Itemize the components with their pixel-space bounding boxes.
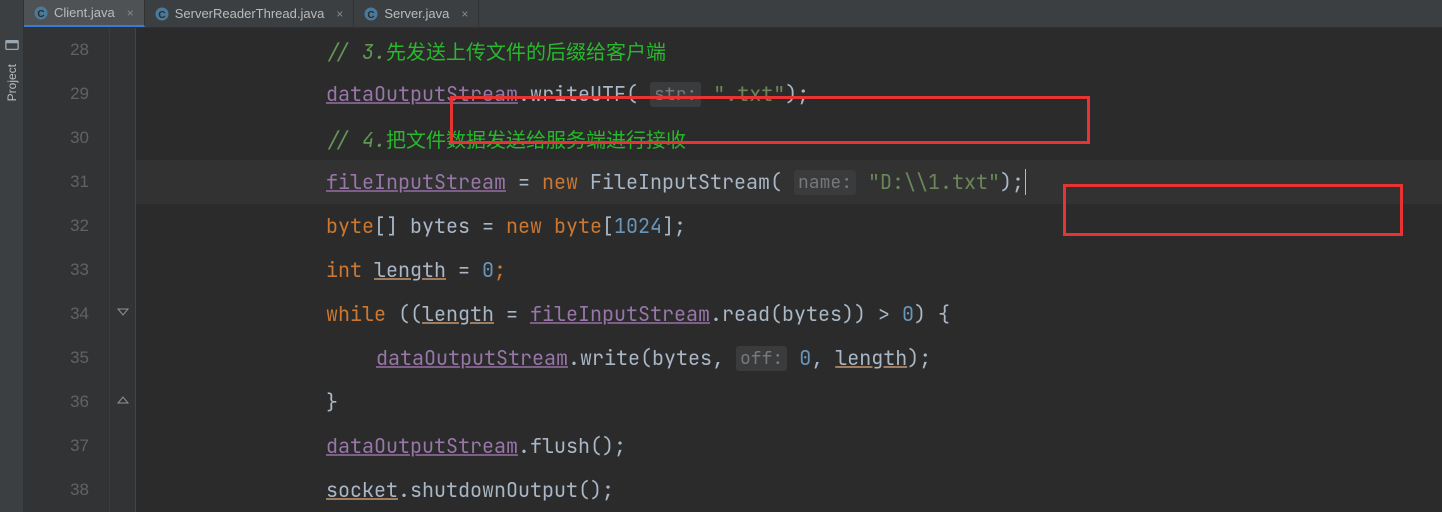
editor-area: 28 29 30 31 32 33 34 35 36 37 38 // 3.先发… [24,28,1442,512]
code-line[interactable]: // 4.把文件数据发送给服务端进行接收 [136,116,1442,160]
param-hint: str: [650,82,701,107]
code-line[interactable]: dataOutputStream.writeUTF( str: ".txt"); [136,72,1442,116]
tab-label: Client.java [54,5,115,20]
editor-tabs: C Client.java × C ServerReaderThread.jav… [24,0,1442,28]
tab-client[interactable]: C Client.java × [24,0,145,27]
close-icon[interactable]: × [461,7,468,21]
code-line[interactable]: byte[] bytes = new byte[1024]; [136,204,1442,248]
comment: // 3.先发送上传文件的后缀给客户端 [326,36,666,65]
code-line[interactable]: while ((length = fileInputStream.read(by… [136,292,1442,336]
line-number: 38 [24,468,89,512]
field-ref: fileInputStream [326,169,506,195]
tab-label: Server.java [384,6,449,21]
tab-server[interactable]: C Server.java × [354,0,479,27]
tab-serverreader[interactable]: C ServerReaderThread.java × [145,0,355,27]
tool-window-bar[interactable]: Project [0,0,24,512]
close-icon[interactable]: × [127,6,134,20]
line-number-gutter[interactable]: 28 29 30 31 32 33 34 35 36 37 38 [24,28,110,512]
string-literal: ".txt" [713,81,785,107]
method-call: writeUTF [530,81,626,107]
code-line[interactable]: socket.shutdownOutput(); [136,468,1442,512]
code-line[interactable]: // 3.先发送上传文件的后缀给客户端 [136,28,1442,72]
line-number: 31 [24,160,89,204]
code-line[interactable]: dataOutputStream.flush(); [136,424,1442,468]
comment: // 4.把文件数据发送给服务端进行接收 [326,124,686,153]
line-number: 35 [24,336,89,380]
svg-text:C: C [37,9,44,20]
fold-marker-icon[interactable] [115,394,131,410]
line-number: 34 [24,292,89,336]
gutter-markers[interactable] [110,28,136,512]
class-ref: FileInputStream [590,169,770,195]
svg-text:C: C [158,10,165,21]
java-class-icon: C [155,7,169,21]
line-number: 33 [24,248,89,292]
code-line-current[interactable]: fileInputStream = new FileInputStream( n… [136,160,1442,204]
java-class-icon: C [364,7,378,21]
code-line[interactable]: dataOutputStream.write(bytes, off: 0, le… [136,336,1442,380]
param-hint: off: [736,346,787,371]
fold-marker-icon[interactable] [115,306,131,322]
line-number: 28 [24,28,89,72]
line-number: 32 [24,204,89,248]
project-tool-icon [5,32,19,58]
svg-text:C: C [368,10,375,21]
java-class-icon: C [34,6,48,20]
field-ref: dataOutputStream [326,81,518,107]
line-number: 30 [24,116,89,160]
close-icon[interactable]: × [336,7,343,21]
param-hint: name: [794,170,856,195]
string-literal: "D:\\1.txt" [868,169,1000,195]
project-tool-label[interactable]: Project [5,64,19,101]
caret [1025,169,1026,195]
line-number: 37 [24,424,89,468]
code-line[interactable]: } [136,380,1442,424]
line-number: 36 [24,380,89,424]
tab-label: ServerReaderThread.java [175,6,325,21]
code-editor[interactable]: // 3.先发送上传文件的后缀给客户端 dataOutputStream.wri… [136,28,1442,512]
line-number: 29 [24,72,89,116]
code-line[interactable]: int length = 0; [136,248,1442,292]
